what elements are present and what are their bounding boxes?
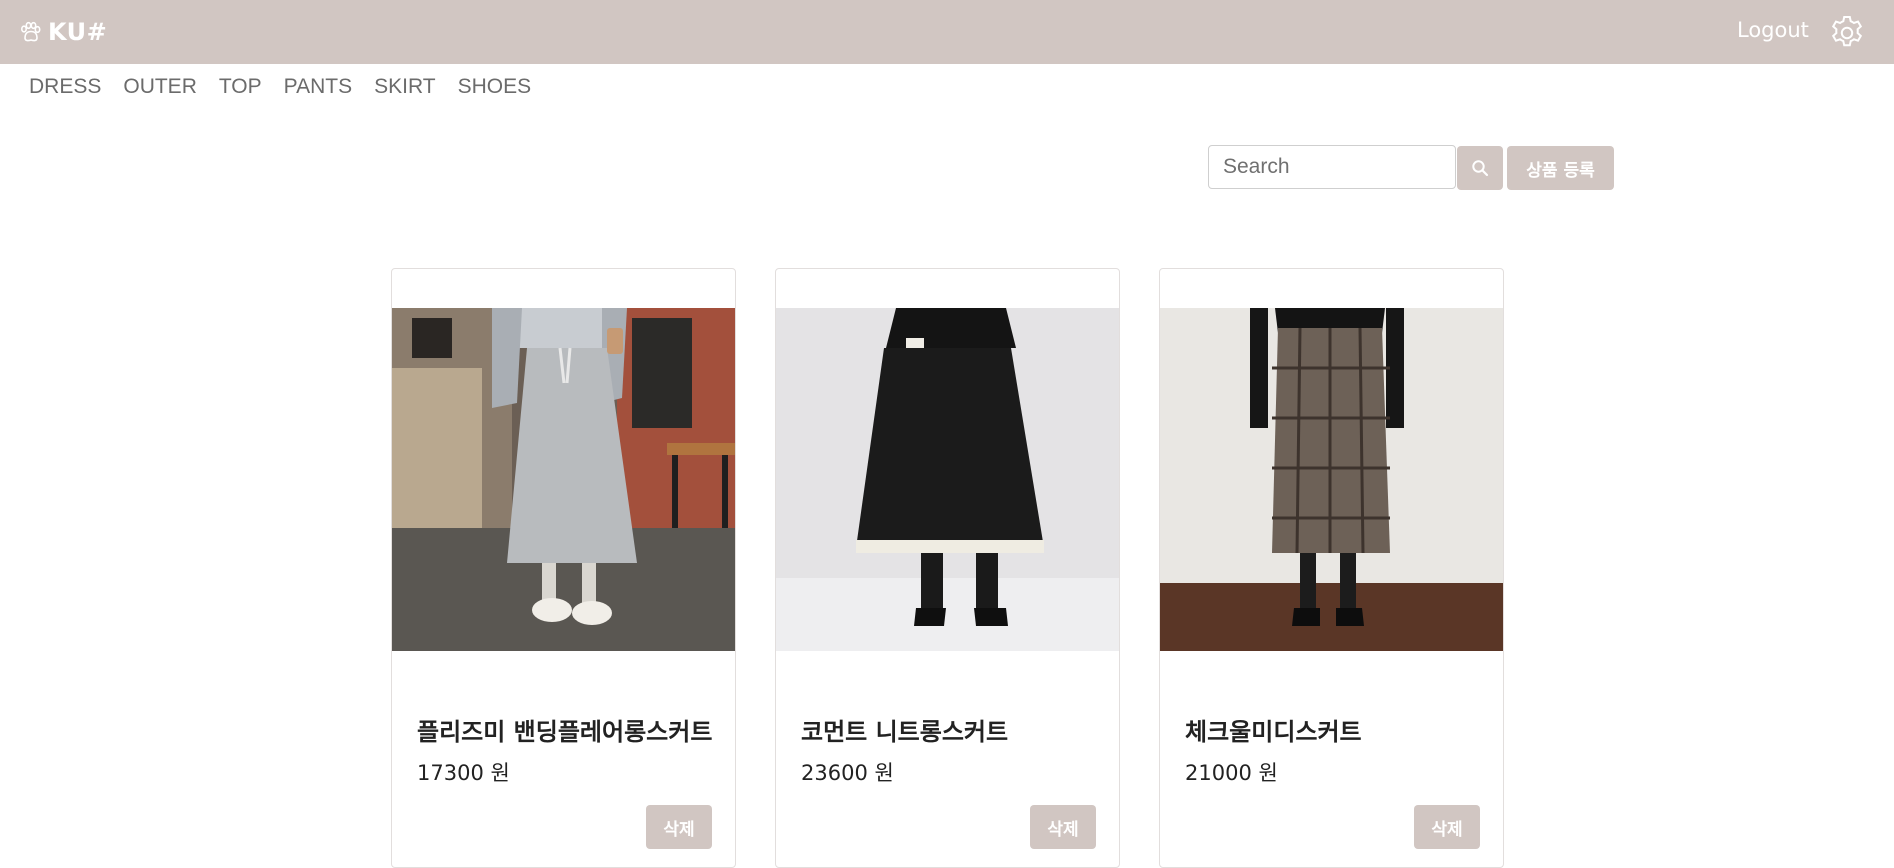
register-product-button[interactable]: 상품 등록 (1507, 146, 1614, 190)
category-outer[interactable]: OUTER (112, 72, 208, 102)
logout-link[interactable]: Logout (1737, 18, 1809, 42)
product-name: 플리즈미 밴딩플레어롱스커트 (417, 718, 713, 746)
brand-name: KU# (48, 18, 108, 46)
paw-icon (20, 21, 41, 42)
product-card[interactable]: 플리즈미 밴딩플레어롱스커트 17300 원 삭제 (391, 268, 736, 868)
category-skirt[interactable]: SKIRT (363, 72, 446, 102)
category-shoes[interactable]: SHOES (447, 72, 543, 102)
product-name: 코먼트 니트롱스커트 (801, 718, 1009, 746)
product-card[interactable]: 코먼트 니트롱스커트 23600 원 삭제 (775, 268, 1120, 868)
product-price: 21000 원 (1185, 761, 1278, 785)
delete-button[interactable]: 삭제 (646, 805, 712, 849)
product-image[interactable] (776, 308, 1119, 651)
gear-icon[interactable] (1828, 14, 1866, 52)
check-wool-midi-skirt-photo (1160, 308, 1503, 651)
search-icon (1472, 160, 1489, 177)
top-header: KU# Logout (0, 0, 1894, 64)
black-knit-skirt-photo (776, 308, 1119, 651)
gray-long-skirt-photo (392, 308, 735, 651)
category-nav: DRESS OUTER TOP PANTS SKIRT SHOES (18, 72, 542, 102)
product-image[interactable] (392, 308, 735, 651)
category-pants[interactable]: PANTS (273, 72, 363, 102)
delete-button[interactable]: 삭제 (1414, 805, 1480, 849)
product-price: 17300 원 (417, 761, 510, 785)
product-name: 체크울미디스커트 (1185, 718, 1362, 746)
search-input[interactable] (1208, 145, 1456, 189)
product-card[interactable]: 체크울미디스커트 21000 원 삭제 (1159, 268, 1504, 868)
delete-button[interactable]: 삭제 (1030, 805, 1096, 849)
category-dress[interactable]: DRESS (18, 72, 112, 102)
product-image[interactable] (1160, 308, 1503, 651)
search-button[interactable] (1457, 146, 1503, 190)
product-price: 23600 원 (801, 761, 894, 785)
category-top[interactable]: TOP (208, 72, 273, 102)
brand-logo[interactable]: KU# (18, 16, 107, 48)
